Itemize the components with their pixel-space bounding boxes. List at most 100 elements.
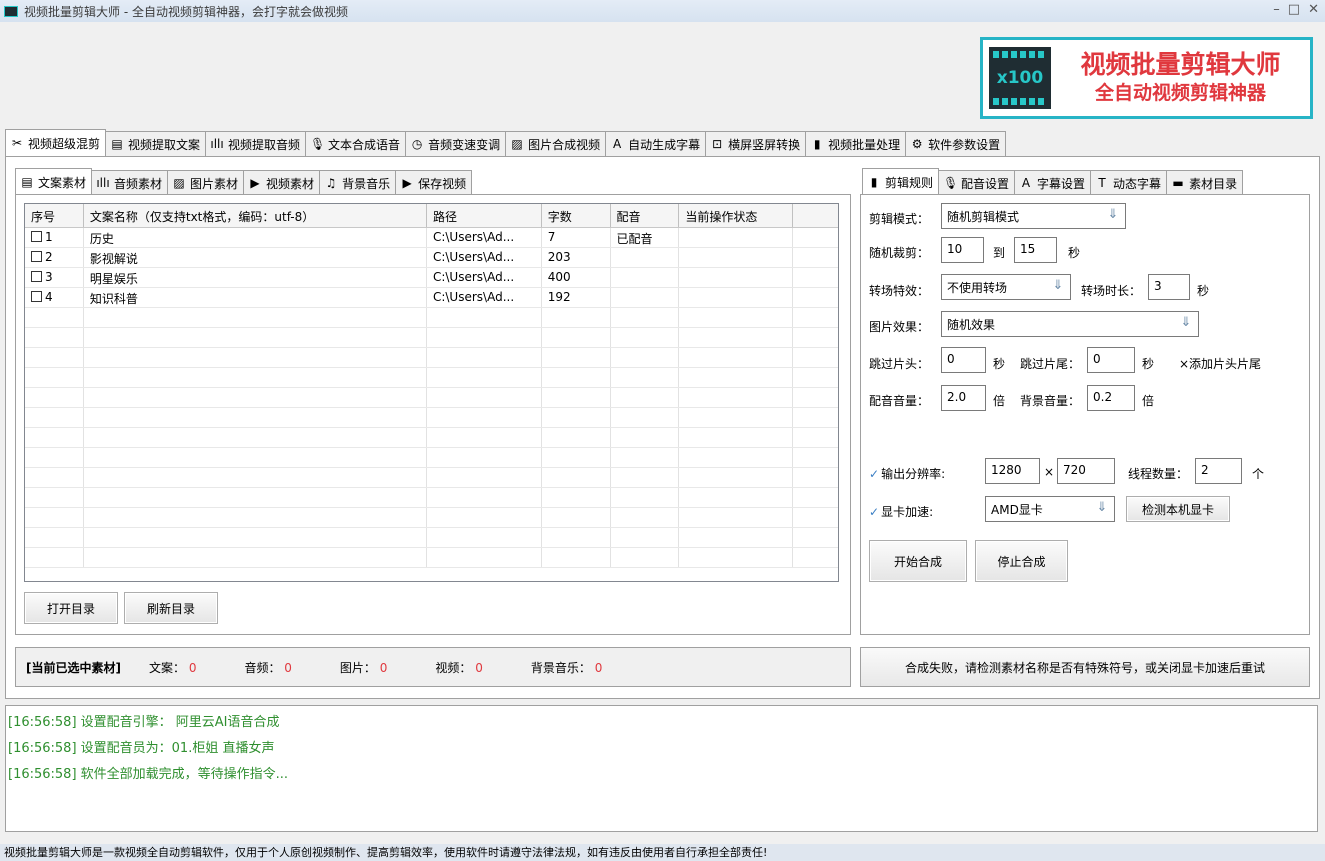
random-cut-to-input[interactable]: 15 bbox=[1014, 237, 1057, 263]
log-line: [16:56:58] 软件全部加载完成，等待操作指令... bbox=[8, 767, 289, 782]
table-header: 序号 文案名称（仅支持txt格式，编码：utf-8） 路径 字数 配音 当前操作… bbox=[25, 204, 838, 228]
dub-volume-input[interactable]: 2.0 bbox=[941, 385, 986, 411]
main-tab-3[interactable]: ıllı 视频提取音频 bbox=[205, 131, 307, 156]
minimize-button[interactable]: – bbox=[1273, 2, 1280, 17]
random-cut-from-input[interactable]: 10 bbox=[941, 237, 984, 263]
table-row[interactable]: 1 历史 C:\Users\Ad... 7 已配音 bbox=[25, 228, 838, 248]
material-tab-label: 图片素材 bbox=[190, 176, 239, 191]
main-tab-7[interactable]: A 自动生成字幕 bbox=[605, 131, 707, 156]
selected-count-3: 图片： 0 bbox=[339, 660, 388, 675]
main-tab-5[interactable]: ◷ 音频变速变调 bbox=[405, 131, 507, 156]
threads-input[interactable]: 2 bbox=[1195, 458, 1242, 484]
add-head-tail-link[interactable]: ×添加片头片尾 bbox=[1179, 355, 1261, 372]
material-tab-6[interactable]: ▶ 保存视频 bbox=[395, 170, 473, 195]
image-icon: ▨ bbox=[511, 137, 523, 151]
table-cell bbox=[679, 348, 794, 367]
material-tab-5[interactable]: ♫ 背景音乐 bbox=[319, 170, 397, 195]
skip-tail-input[interactable]: 0 bbox=[1087, 347, 1135, 373]
document-icon: ▤ bbox=[21, 175, 33, 189]
table-cell bbox=[84, 428, 427, 447]
table-cell: 历史 bbox=[84, 228, 427, 247]
main-tab-label: 横屏竖屏转换 bbox=[728, 137, 801, 152]
table-cell bbox=[84, 328, 427, 347]
resolution-height-input[interactable]: 720 bbox=[1057, 458, 1115, 484]
start-button[interactable]: 开始合成 bbox=[869, 540, 967, 582]
scissors-icon: ✂ bbox=[11, 136, 23, 150]
table-cell: C:\Users\Ad... bbox=[427, 268, 542, 287]
table-row[interactable]: 3 明星娱乐 C:\Users\Ad... 400 bbox=[25, 268, 838, 288]
main-tab-6[interactable]: ▨ 图片合成视频 bbox=[505, 131, 607, 156]
settings-tab-2[interactable]: 🎙 配音设置 bbox=[938, 170, 1016, 195]
resolution-width-input[interactable]: 1280 bbox=[985, 458, 1040, 484]
col-header-path[interactable]: 路径 bbox=[427, 204, 542, 227]
font-icon: A bbox=[612, 137, 622, 151]
table-cell bbox=[427, 348, 542, 367]
settings-tab-label: 剪辑规则 bbox=[885, 175, 934, 190]
table-cell bbox=[84, 348, 427, 367]
table-cell bbox=[679, 508, 794, 527]
settings-tab-4[interactable]: T 动态字幕 bbox=[1090, 170, 1168, 195]
col-header-count[interactable]: 字数 bbox=[542, 204, 611, 227]
bg-volume-input[interactable]: 0.2 bbox=[1087, 385, 1135, 411]
material-tab-2[interactable]: ıllı 音频素材 bbox=[91, 170, 169, 195]
resolution-label[interactable]: ✓ 输出分辨率: bbox=[869, 465, 945, 482]
detect-gpu-button[interactable]: 检测本机显卡 bbox=[1126, 496, 1230, 522]
transition-duration-input[interactable]: 3 bbox=[1148, 274, 1190, 300]
main-tab-10[interactable]: ⚙ 软件参数设置 bbox=[905, 131, 1007, 156]
main-tab-2[interactable]: ▤ 视频提取文案 bbox=[105, 131, 207, 156]
folder-icon: ▬ bbox=[1172, 176, 1184, 190]
table-row[interactable]: 4 知识科普 C:\Users\Ad... 192 bbox=[25, 288, 838, 308]
log-panel[interactable]: [16:56:58] 设置配音引擎： 阿里云AI语音合成 [16:56:58] 设… bbox=[5, 705, 1318, 832]
image-effect-select[interactable]: 随机效果 ⇓ bbox=[941, 311, 1199, 337]
rotate-screen-icon: ⊡ bbox=[712, 137, 723, 151]
gpu-select[interactable]: AMD显卡 ⇓ bbox=[985, 496, 1115, 522]
table-cell: 192 bbox=[542, 288, 611, 307]
row-checkbox[interactable] bbox=[31, 231, 42, 242]
material-tab-4[interactable]: ▶ 视频素材 bbox=[243, 170, 321, 195]
settings-tab-3[interactable]: A 字幕设置 bbox=[1014, 170, 1092, 195]
settings-tab-5[interactable]: ▬ 素材目录 bbox=[1166, 170, 1244, 195]
material-tab-label: 保存视频 bbox=[418, 176, 467, 191]
table-cell bbox=[611, 528, 680, 547]
edit-mode-select[interactable]: 随机剪辑模式 ⇓ bbox=[941, 203, 1126, 229]
main-tab-9[interactable]: ▮ 视频批量处理 bbox=[805, 131, 907, 156]
table-cell bbox=[542, 328, 611, 347]
dropdown-arrow-icon: ⇓ bbox=[1096, 500, 1108, 515]
open-dir-button[interactable]: 打开目录 bbox=[24, 592, 118, 624]
table-body: 1 历史 C:\Users\Ad... 7 已配音 2 影视解说 C:\Users\Ad...… bbox=[25, 228, 838, 568]
transition-select[interactable]: 不使用转场 ⇓ bbox=[941, 274, 1071, 300]
row-checkbox[interactable] bbox=[31, 251, 42, 262]
stop-button[interactable]: 停止合成 bbox=[975, 540, 1068, 582]
col-header-dub[interactable]: 配音 bbox=[611, 204, 680, 227]
col-header-no[interactable]: 序号 bbox=[25, 204, 84, 227]
log-line: [16:56:58] 设置配音员为：01.柜姐 直播女声 bbox=[8, 741, 275, 756]
table-cell bbox=[793, 548, 838, 567]
main-tab-4[interactable]: 🎙 文本合成语音 bbox=[305, 131, 407, 156]
table-row[interactable]: 2 影视解说 C:\Users\Ad... 203 bbox=[25, 248, 838, 268]
material-tab-3[interactable]: ▨ 图片素材 bbox=[167, 170, 245, 195]
skip-head-input[interactable]: 0 bbox=[941, 347, 986, 373]
row-checkbox[interactable] bbox=[31, 291, 42, 302]
settings-tab-1[interactable]: ▮ 剪辑规则 bbox=[862, 168, 940, 195]
table-cell bbox=[679, 328, 794, 347]
col-header-name[interactable]: 文案名称（仅支持txt格式，编码：utf-8） bbox=[84, 204, 427, 227]
gpu-label[interactable]: ✓ 显卡加速: bbox=[869, 503, 933, 520]
table-cell bbox=[427, 548, 542, 567]
table-cell bbox=[679, 528, 794, 547]
table-row bbox=[25, 348, 838, 368]
table-cell bbox=[25, 468, 84, 487]
table-cell bbox=[25, 408, 84, 427]
table-cell bbox=[793, 248, 838, 267]
main-tab-1[interactable]: ✂ 视频超级混剪 bbox=[5, 129, 107, 156]
settings-tab-bar: ▮ 剪辑规则 🎙 配音设置 A 字幕设置 T 动态字幕 ▬ 素材目录 bbox=[862, 168, 1244, 195]
close-button[interactable]: ✕ bbox=[1308, 2, 1319, 17]
maximize-button[interactable]: □ bbox=[1288, 2, 1300, 17]
table-cell bbox=[25, 388, 84, 407]
material-tab-1[interactable]: ▤ 文案素材 bbox=[15, 168, 93, 195]
refresh-dir-button[interactable]: 刷新目录 bbox=[124, 592, 218, 624]
material-tab-label: 背景音乐 bbox=[342, 176, 391, 191]
main-tab-8[interactable]: ⊡ 横屏竖屏转换 bbox=[705, 131, 807, 156]
col-header-status[interactable]: 当前操作状态 bbox=[679, 204, 794, 227]
row-checkbox[interactable] bbox=[31, 271, 42, 282]
table-row bbox=[25, 368, 838, 388]
